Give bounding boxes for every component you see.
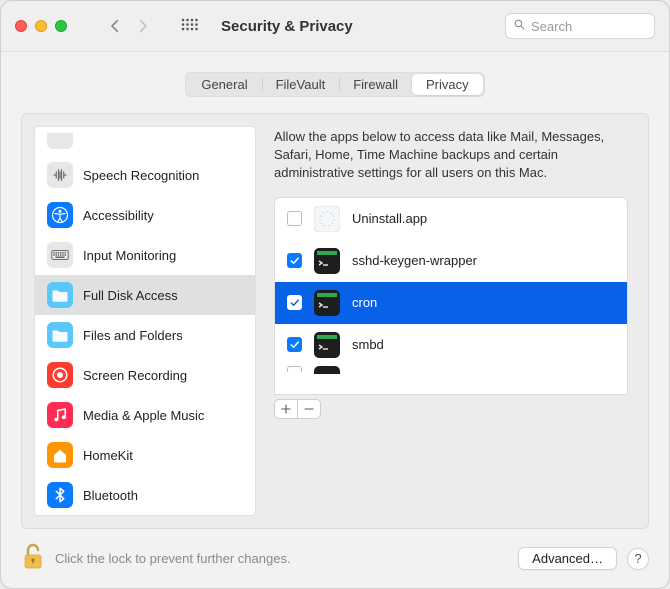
sidebar-item-a11y[interactable]: Accessibility (35, 195, 255, 235)
app-checkbox[interactable] (287, 253, 302, 268)
show-all-button[interactable] (177, 14, 201, 38)
detail-description: Allow the apps below to access data like… (274, 128, 628, 183)
sidebar-item-input[interactable]: Input Monitoring (35, 235, 255, 275)
privacy-panel: Speech Recognition Accessibility Input Mon… (21, 113, 649, 529)
a11y-icon (47, 202, 73, 228)
sidebar-item-label: Input Monitoring (83, 248, 176, 263)
sidebar-item-label: HomeKit (83, 448, 133, 463)
advanced-button[interactable]: Advanced… (518, 547, 617, 570)
bt-icon (47, 482, 73, 508)
folder-icon (47, 282, 73, 308)
sidebar-item-fulldisk[interactable]: Full Disk Access (35, 275, 255, 315)
app-name: Uninstall.app (352, 211, 427, 226)
app-name: sshd-keygen-wrapper (352, 253, 477, 268)
lock-caption: Click the lock to prevent further change… (55, 551, 291, 566)
app-row[interactable]: cron (275, 282, 627, 324)
home-icon (47, 442, 73, 468)
sidebar-item-label: Accessibility (83, 208, 154, 223)
sidebar-item-cut (35, 127, 255, 155)
sidebar-item-files[interactable]: Files and Folders (35, 315, 255, 355)
add-remove-bar (274, 399, 628, 419)
app-checkbox[interactable] (287, 211, 302, 226)
titlebar: Security & Privacy (1, 1, 669, 52)
nav-buttons (103, 14, 155, 38)
privacy-detail: Allow the apps below to access data like… (256, 114, 648, 528)
sidebar-item-label: Screen Recording (83, 368, 187, 383)
sidebar-item-speech[interactable]: Speech Recognition (35, 155, 255, 195)
privacy-sidebar[interactable]: Speech Recognition Accessibility Input Mon… (34, 126, 256, 516)
search-input[interactable] (531, 19, 647, 34)
tab-filevault[interactable]: FileVault (262, 74, 340, 95)
content-area: General FileVault Firewall Privacy Speec… (1, 52, 669, 529)
sidebar-item-screenrec[interactable]: Screen Recording (35, 355, 255, 395)
minimize-window-button[interactable] (35, 20, 47, 32)
tab-privacy[interactable]: Privacy (412, 74, 483, 95)
app-row[interactable]: smbd (275, 324, 627, 366)
sidebar-item-homekit[interactable]: HomeKit (35, 435, 255, 475)
lock-icon[interactable] (21, 542, 45, 575)
sidebar-item-label: Media & Apple Music (83, 408, 204, 423)
app-row-cut (275, 366, 627, 376)
sidebar-item-bluetooth[interactable]: Bluetooth (35, 475, 255, 515)
app-name: smbd (352, 337, 384, 352)
app-checkbox[interactable] (287, 295, 302, 310)
speech-icon (47, 162, 73, 188)
window-title: Security & Privacy (221, 18, 353, 35)
music-icon (47, 402, 73, 428)
footer: Click the lock to prevent further change… (1, 529, 669, 588)
sidebar-item-label: Speech Recognition (83, 168, 199, 183)
app-checkbox[interactable] (287, 337, 302, 352)
tab-bar: General FileVault Firewall Privacy (185, 72, 484, 97)
app-row[interactable]: Uninstall.app (275, 198, 627, 240)
back-button[interactable] (103, 14, 127, 38)
record-icon (47, 362, 73, 388)
sidebar-item-label: Full Disk Access (83, 288, 178, 303)
app-row[interactable]: sshd-keygen-wrapper (275, 240, 627, 282)
close-window-button[interactable] (15, 20, 27, 32)
sidebar-item-label: Bluetooth (83, 488, 138, 503)
traffic-lights (15, 20, 67, 32)
search-icon (513, 18, 526, 34)
app-list[interactable]: Uninstall.app sshd-keygen-wrapper cron smbd (274, 197, 628, 395)
app-name: cron (352, 295, 377, 310)
forward-button[interactable] (131, 14, 155, 38)
search-field[interactable] (505, 13, 655, 39)
help-button[interactable]: ? (627, 548, 649, 570)
zoom-window-button[interactable] (55, 20, 67, 32)
tab-firewall[interactable]: Firewall (339, 74, 412, 95)
tab-general[interactable]: General (187, 74, 261, 95)
folder-icon (47, 322, 73, 348)
preferences-window: Security & Privacy General FileVault Fir… (0, 0, 670, 589)
terminal-icon (314, 290, 340, 316)
sidebar-item-label: Files and Folders (83, 328, 183, 343)
sidebar-item-media[interactable]: Media & Apple Music (35, 395, 255, 435)
terminal-icon (314, 248, 340, 274)
terminal-icon (314, 332, 340, 358)
app-icon (314, 206, 340, 232)
add-app-button[interactable] (274, 399, 298, 419)
keyboard-icon (47, 242, 73, 268)
remove-app-button[interactable] (297, 399, 321, 419)
